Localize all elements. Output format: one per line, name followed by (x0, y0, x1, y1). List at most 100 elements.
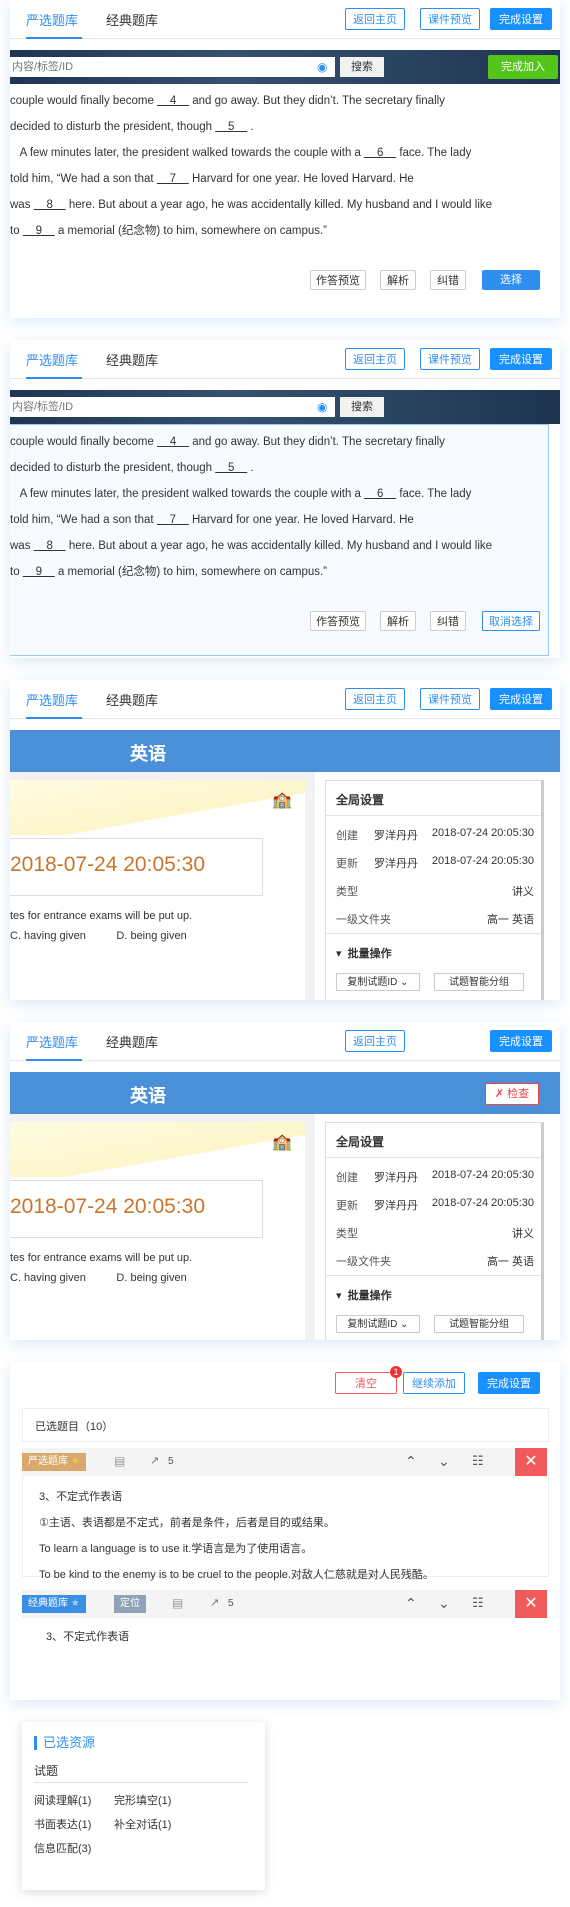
analysis-button[interactable]: 解析 (380, 270, 416, 290)
tab-strict[interactable]: 严选题库 (26, 1032, 78, 1051)
resource-item[interactable]: 阅读理解(1) (34, 1792, 91, 1808)
check-button[interactable]: ✗ 检查 (485, 1083, 539, 1105)
move-up-icon[interactable]: ⌃ (405, 1595, 417, 1612)
move-down-icon[interactable]: ⌄ (438, 1453, 450, 1470)
clear-button[interactable]: 清空 (335, 1372, 397, 1394)
divider (34, 1782, 249, 1783)
home-button[interactable]: 返回主页 (345, 688, 405, 710)
resource-item[interactable]: 书面表达(1) (34, 1816, 91, 1832)
resource-item[interactable]: 信息匹配(3) (34, 1840, 91, 1856)
share-icon[interactable]: ↗ (150, 1454, 159, 1467)
home-button[interactable]: 返回主页 (345, 1030, 405, 1052)
analysis-button[interactable]: 解析 (380, 611, 416, 631)
move-up-icon[interactable]: ⌃ (405, 1453, 417, 1470)
smart-group-button[interactable]: 试题智能分组 (434, 973, 524, 991)
question-toolbar: 严选题库 ★ ▤ ↗ 5 ⌃ ⌄ ☷ ✕ (22, 1448, 547, 1476)
search-button[interactable]: 搜索 (340, 397, 384, 417)
copy-id-select[interactable]: 复制试题ID ⌄ (336, 1315, 420, 1333)
tab-bar: 严选题库 经典题库 返回主页 课件预览 完成设置 (10, 340, 560, 379)
search-input[interactable] (10, 57, 335, 77)
tab-strict[interactable]: 严选题库 (26, 690, 78, 709)
preview-button[interactable]: 课件预览 (420, 348, 480, 370)
tab-underline (26, 717, 82, 719)
clear-badge: 1 (390, 1366, 402, 1378)
camera-icon[interactable]: ◉ (317, 60, 327, 74)
tab-classic[interactable]: 经典题库 (106, 690, 158, 709)
locate-tag[interactable]: 定位 (114, 1595, 146, 1613)
search-button[interactable]: 搜索 (340, 57, 384, 77)
course-header: 英语 ✗ 检查 (10, 1072, 560, 1114)
select-button[interactable]: 选择 (482, 270, 540, 290)
tab-underline (26, 377, 82, 379)
finish-button[interactable]: 完成设置 (490, 348, 552, 370)
document-banner (10, 1122, 305, 1177)
question-body: 3、不定式作表语 ①主语、表语都是不定式，前者是条件，后者是目的或结果。 To … (22, 1476, 549, 1581)
book-icon[interactable]: ▤ (172, 1596, 183, 1610)
subject-title: 英语 (130, 744, 166, 764)
correct-button[interactable]: 纠错 (430, 611, 466, 631)
tab-classic[interactable]: 经典题库 (106, 10, 158, 29)
panel-question-select: 严选题库 经典题库 返回主页 课件预览 完成设置 ◉ 搜索 完成加入 coupl… (10, 0, 560, 318)
resource-item[interactable]: 完形填空(1) (114, 1792, 171, 1808)
panel-course-preview: 严选题库 经典题库 返回主页 课件预览 完成设置 英语 🏫 2018-07-24… (10, 680, 560, 1000)
reference-count: 5 (168, 1456, 174, 1467)
book-icon[interactable]: ▤ (114, 1454, 125, 1468)
document-options: C. having given D. being given (10, 930, 187, 942)
answer-preview-button[interactable]: 作答预览 (310, 270, 366, 290)
document-preview: 🏫 2018-07-24 20:05:30 tes for entrance e… (10, 1114, 315, 1340)
move-down-icon[interactable]: ⌄ (438, 1595, 450, 1612)
preview-button[interactable]: 课件预览 (420, 8, 480, 30)
finish-button[interactable]: 完成设置 (490, 688, 552, 710)
finish-button[interactable]: 完成设置 (490, 1030, 552, 1052)
question-line: ①主语、表语都是不定式，前者是条件，后者是目的或结果。 (39, 1517, 335, 1529)
tab-bar: 严选题库 经典题库 返回主页 课件预览 完成设置 (10, 680, 560, 719)
panel-question-selected: 严选题库 经典题库 返回主页 课件预览 完成设置 ◉ 搜索 couple wou… (10, 340, 560, 658)
tab-classic[interactable]: 经典题库 (106, 350, 158, 369)
tab-underline (26, 1059, 82, 1061)
remove-button[interactable]: ✕ (515, 1590, 547, 1618)
tab-strict[interactable]: 严选题库 (26, 10, 78, 29)
cancel-select-button[interactable]: 取消选择 (482, 611, 540, 631)
preview-button[interactable]: 课件预览 (420, 688, 480, 710)
tab-classic[interactable]: 经典题库 (106, 1032, 158, 1051)
date-box: 2018-07-24 20:05:30 (10, 838, 263, 896)
remove-button[interactable]: ✕ (515, 1448, 547, 1476)
subject-title: 英语 (130, 1086, 166, 1106)
tag-strict: 严选题库 ★ (22, 1453, 86, 1471)
passage: couple would finally become 4 and go awa… (10, 95, 493, 237)
smart-group-button[interactable]: 试题智能分组 (434, 1315, 524, 1333)
finish-button[interactable]: 完成设置 (478, 1372, 540, 1394)
correct-button[interactable]: 纠错 (430, 270, 466, 290)
answer-preview-button[interactable]: 作答预览 (310, 611, 366, 631)
search-detail-icon[interactable]: ☷ (472, 1453, 484, 1469)
search-detail-icon[interactable]: ☷ (472, 1595, 484, 1611)
share-icon[interactable]: ↗ (210, 1596, 219, 1609)
close-icon: ✕ (524, 1453, 538, 1470)
copy-id-select[interactable]: 复制试题ID ⌄ (336, 973, 420, 991)
date-box: 2018-07-24 20:05:30 (10, 1180, 263, 1238)
home-button[interactable]: 返回主页 (345, 8, 405, 30)
resource-item[interactable]: 补全对话(1) (114, 1816, 171, 1832)
finish-button[interactable]: 完成设置 (490, 8, 552, 30)
document-date: 2018-07-24 20:05:30 (10, 853, 205, 876)
question-line: To learn a language is to use it.学语言是为了使… (39, 1543, 313, 1555)
search-input[interactable] (10, 397, 335, 417)
divider (326, 1157, 541, 1158)
finish-join-button[interactable]: 完成加入 (488, 55, 558, 79)
tab-strict[interactable]: 严选题库 (26, 350, 78, 369)
document-page: 🏫 2018-07-24 20:05:30 tes for entrance e… (10, 1122, 305, 1340)
camera-icon[interactable]: ◉ (317, 400, 327, 414)
star-badge-icon: ★ (70, 1598, 80, 1609)
selected-resources: 已选资源 试题 阅读理解(1) 完形填空(1) 书面表达(1) 补全对话(1) … (22, 1722, 265, 1890)
resource-category: 试题 (34, 1764, 59, 1778)
divider (326, 815, 541, 816)
passage: couple would finally become 4 and go awa… (10, 436, 493, 578)
continue-add-button[interactable]: 继续添加 (403, 1372, 465, 1394)
star-badge-icon: ★ (70, 1456, 80, 1467)
question-line: To be kind to the enemy is to be cruel t… (39, 1569, 434, 1581)
document-text: tes for entrance exams will be put up. (10, 1252, 193, 1264)
check-icon: ✗ (494, 1088, 505, 1100)
home-button[interactable]: 返回主页 (345, 348, 405, 370)
document-date: 2018-07-24 20:05:30 (10, 1195, 205, 1218)
panel-course-check: 严选题库 经典题库 返回主页 完成设置 英语 ✗ 检查 🏫 2018-07-24… (10, 1022, 560, 1340)
